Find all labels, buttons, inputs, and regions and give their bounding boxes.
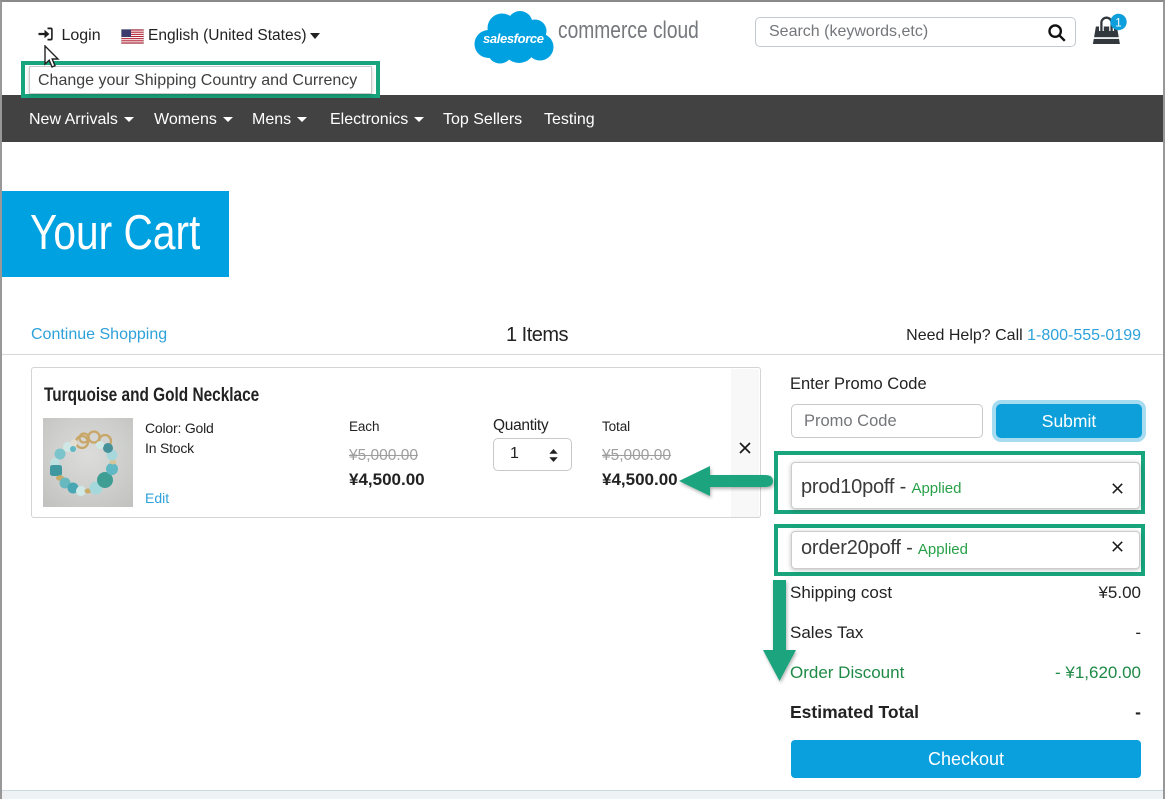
- svg-text:salesforce: salesforce: [483, 31, 544, 46]
- svg-text:1: 1: [1115, 17, 1121, 29]
